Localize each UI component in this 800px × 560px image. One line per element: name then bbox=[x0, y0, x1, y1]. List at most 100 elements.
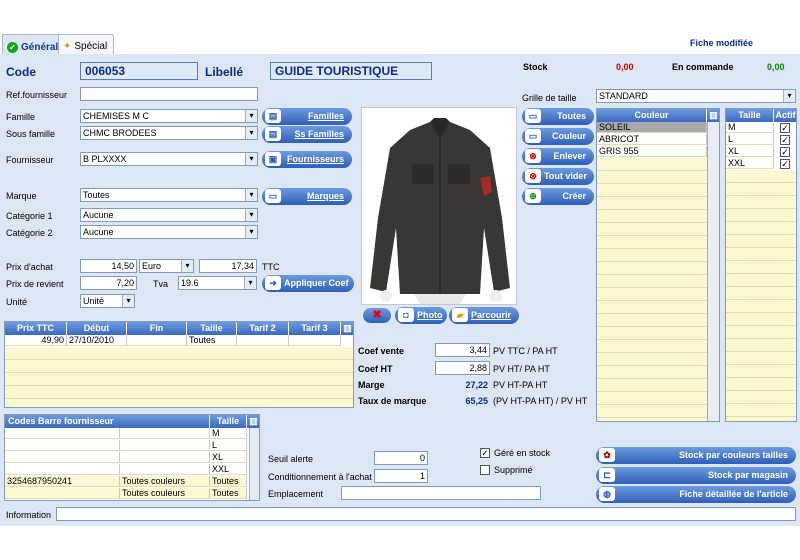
code-label: Code bbox=[6, 65, 36, 79]
stock-couleurs-button[interactable]: ✿ Stock par couleurs tailles bbox=[596, 447, 796, 464]
grille-label: Grille de taille bbox=[522, 93, 577, 103]
tab-bar: ✓ Général ✦ Spécial Fiche modifiée bbox=[0, 32, 800, 56]
unite-select[interactable]: Unité bbox=[80, 294, 135, 308]
list-item[interactable]: GRIS 955 bbox=[597, 146, 707, 157]
toutes-button[interactable]: ▭ Toutes bbox=[522, 108, 594, 125]
modified-status: Fiche modifiée bbox=[690, 38, 754, 48]
commande-value: 0,00 bbox=[767, 62, 785, 72]
trash-icon[interactable]: ▥ bbox=[707, 109, 719, 122]
creer-button[interactable]: ⊕ Créer bbox=[522, 188, 594, 205]
couleur-table: Couleur ▥ SOLEIL ABRICOT GRIS 955 bbox=[596, 108, 720, 422]
prixrevient-label: Prix de revient bbox=[6, 279, 64, 289]
tab-special[interactable]: ✦ Spécial bbox=[58, 34, 115, 55]
marque-select[interactable]: Toutes bbox=[80, 188, 258, 202]
cat2-select[interactable]: Aucune bbox=[80, 225, 258, 239]
commande-label: En commande bbox=[672, 62, 734, 72]
ssfamilles-button[interactable]: ▤ Ss Familles bbox=[262, 126, 352, 143]
lightbulb-icon: ✦ bbox=[63, 41, 72, 52]
taille-header: Taille bbox=[726, 109, 774, 122]
couleur-button[interactable]: ▭ Couleur bbox=[522, 128, 594, 145]
document-icon: ▭ bbox=[525, 129, 541, 143]
libelle-field[interactable]: GUIDE TOURISTIQUE bbox=[270, 62, 432, 80]
actif-checkbox[interactable]: ✓ bbox=[780, 147, 790, 157]
globe-icon: ◍ bbox=[599, 487, 615, 501]
fournisseur-label: Fournisseur bbox=[6, 155, 54, 165]
actif-checkbox[interactable]: ✓ bbox=[780, 135, 790, 145]
gere-checkbox[interactable]: ✓ bbox=[480, 448, 490, 458]
ref-field[interactable] bbox=[80, 87, 258, 101]
marque-label: Marque bbox=[6, 191, 37, 201]
couleur-scrollbar[interactable] bbox=[707, 122, 719, 421]
trash-icon[interactable]: ▥ bbox=[247, 415, 259, 428]
grid-icon: ✿ bbox=[599, 448, 615, 462]
coef-ht-field[interactable]: 2,88 bbox=[435, 361, 490, 375]
barcode-table: Codes Barre fournisseur Taille ▥ M L XL … bbox=[4, 414, 260, 501]
info-field[interactable] bbox=[56, 507, 796, 521]
cond-field[interactable]: 1 bbox=[374, 469, 428, 483]
sousfamille-label: Sous famille bbox=[6, 129, 56, 139]
coef-vente-field[interactable]: 3,44 bbox=[435, 343, 490, 357]
close-icon: ✖ bbox=[372, 309, 382, 321]
marques-button[interactable]: ▭ Marques bbox=[262, 188, 352, 205]
price-header-taille: Taille bbox=[187, 322, 237, 335]
empty-rows bbox=[5, 347, 353, 407]
famille-label: Famille bbox=[6, 112, 36, 122]
emplacement-label: Emplacement bbox=[268, 489, 324, 499]
code-field[interactable]: 006053 bbox=[80, 62, 198, 80]
actif-checkbox[interactable]: ✓ bbox=[780, 159, 790, 169]
tab-general-label: Général bbox=[21, 41, 59, 53]
devise-select[interactable]: Euro bbox=[139, 259, 194, 273]
price-table: Prix TTC Début Fin Taille Tarif 2 Tarif … bbox=[4, 321, 354, 408]
list-item[interactable]: SOLEIL bbox=[597, 122, 707, 133]
prixachat-field[interactable]: 14,50 bbox=[80, 259, 137, 273]
seuil-label: Seuil alerte bbox=[268, 454, 314, 464]
toutvider-button[interactable]: ⊗ Tout vider bbox=[522, 168, 594, 185]
tab-special-label: Spécial bbox=[74, 41, 108, 52]
seuil-field[interactable]: 0 bbox=[374, 451, 428, 465]
cart-icon: ⊏ bbox=[599, 468, 615, 482]
tab-general[interactable]: ✓ Général bbox=[2, 34, 66, 56]
supprime-checkbox[interactable] bbox=[480, 465, 490, 475]
ref-label: Ref.fournisseur bbox=[6, 90, 68, 100]
delete-photo-button[interactable]: ✖ bbox=[363, 308, 391, 323]
enlever-button[interactable]: ⊗ Enlever bbox=[522, 148, 594, 165]
trash-icon[interactable]: ▥ bbox=[341, 322, 353, 335]
cat1-select[interactable]: Aucune bbox=[80, 208, 258, 222]
ttc-label: TTC bbox=[262, 262, 280, 272]
price-header-debut: Début bbox=[67, 322, 127, 335]
unite-label: Unité bbox=[6, 297, 28, 307]
remove-icon: ⊗ bbox=[525, 169, 541, 183]
parcourir-button[interactable]: ▰ Parcourir bbox=[449, 307, 519, 324]
barcode-header-taille: Taille bbox=[210, 415, 247, 428]
ttc-field[interactable]: 17,34 bbox=[199, 259, 257, 273]
famille-select[interactable]: CHEMISES M C bbox=[80, 109, 258, 123]
empty-rows bbox=[597, 158, 707, 421]
stock-magasin-button[interactable]: ⊏ Stock par magasin bbox=[596, 467, 796, 484]
prixachat-label: Prix d'achat bbox=[6, 262, 53, 272]
taux-desc: (PV HT-PA HT) / PV HT bbox=[493, 396, 588, 406]
tva-select[interactable]: 19.6 bbox=[178, 276, 257, 290]
actif-checkbox[interactable]: ✓ bbox=[780, 123, 790, 133]
supprime-label: Supprimé bbox=[494, 465, 533, 475]
folder-icon: ▰ bbox=[452, 308, 468, 322]
folder-tree-icon: ▤ bbox=[265, 109, 281, 123]
info-label: Information bbox=[6, 510, 52, 520]
fournisseurs-button[interactable]: ▣ Fournisseurs bbox=[262, 151, 352, 168]
price-header-tarif2: Tarif 2 bbox=[237, 322, 289, 335]
sousfamille-select[interactable]: CHMC BRODEES bbox=[80, 126, 258, 140]
photo-button[interactable]: ◘ Photo bbox=[395, 307, 447, 324]
fournisseur-select[interactable]: B PLXXXX bbox=[80, 152, 258, 166]
folder-tree-icon: ▤ bbox=[265, 127, 281, 141]
emplacement-field[interactable] bbox=[341, 486, 541, 500]
prixrevient-field[interactable]: 7,20 bbox=[80, 276, 137, 290]
fiche-detaillee-button[interactable]: ◍ Fiche détaillée de l'article bbox=[596, 486, 796, 503]
familles-button[interactable]: ▤ Familles bbox=[262, 108, 352, 125]
grille-select[interactable]: STANDARD bbox=[596, 89, 796, 103]
barcode-scrollbar[interactable] bbox=[249, 428, 259, 500]
cat1-label: Catégorie 1 bbox=[6, 211, 53, 221]
list-item[interactable]: ABRICOT bbox=[597, 134, 707, 145]
marge-desc: PV HT-PA HT bbox=[493, 380, 548, 390]
shirt-image bbox=[370, 118, 510, 304]
cond-label: Conditionnement à l'achat bbox=[268, 472, 372, 482]
appliquer-coef-button[interactable]: ➜ Appliquer Coef bbox=[262, 275, 354, 292]
